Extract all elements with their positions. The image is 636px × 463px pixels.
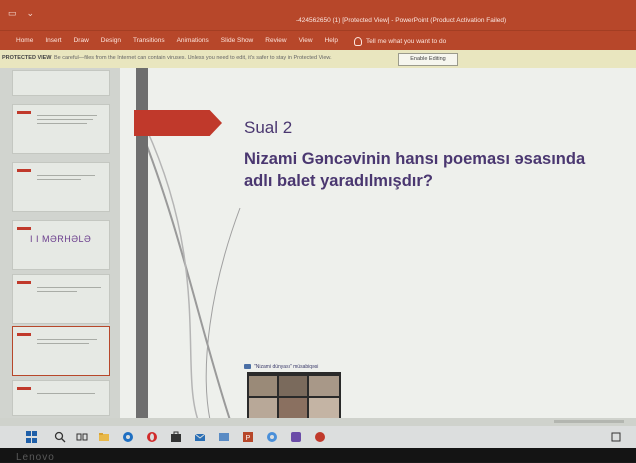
- thumb-accent: [17, 227, 31, 230]
- chrome-icon[interactable]: [266, 431, 278, 443]
- slide-thumbnail[interactable]: [12, 380, 110, 416]
- tab-transitions[interactable]: Transitions: [133, 37, 165, 44]
- thumb-accent: [17, 333, 31, 336]
- laptop-bezel: [0, 448, 636, 462]
- screen: ▭ ⌄ -424562650 (1) [Protected View] - Po…: [0, 0, 636, 448]
- lightbulb-icon: [354, 37, 362, 46]
- quick-access-toolbar: ▭ ⌄: [8, 8, 34, 19]
- thumb-accent: [17, 169, 31, 172]
- tab-design[interactable]: Design: [101, 37, 121, 44]
- thumb-accent: [17, 387, 31, 390]
- protected-view-bar: PROTECTED VIEW Be careful—files from the…: [0, 50, 636, 69]
- question-line-2: adlı balet yaradılmışdır?: [244, 172, 433, 190]
- brand-logo: Lenovo: [16, 452, 55, 463]
- protected-view-message: Be careful—files from the Internet can c…: [54, 55, 332, 61]
- tab-view[interactable]: View: [299, 37, 313, 44]
- thumb-accent: [17, 281, 31, 284]
- save-icon[interactable]: ▭: [8, 8, 17, 19]
- thumb-accent: [17, 111, 31, 114]
- slide-thumbnail[interactable]: [12, 162, 110, 212]
- enable-editing-button[interactable]: Enable Editing: [398, 53, 458, 66]
- slide-thumbnail[interactable]: [12, 274, 110, 324]
- tab-insert[interactable]: Insert: [45, 37, 61, 44]
- video-frame[interactable]: [247, 372, 341, 420]
- video-camera-icon: [244, 364, 251, 369]
- tell-me-box[interactable]: Tell me what you want to do: [354, 37, 446, 46]
- tab-review[interactable]: Review: [265, 37, 286, 44]
- video-caption: "Nizami dünyası" müsabiqəsi: [244, 362, 318, 371]
- tell-me-text: Tell me what you want to do: [366, 38, 447, 45]
- file-explorer-icon[interactable]: [98, 431, 110, 443]
- zoom-slider[interactable]: [554, 420, 624, 423]
- tab-home[interactable]: Home: [16, 37, 33, 44]
- edge-icon[interactable]: [122, 431, 134, 443]
- ribbon-tabs: Home Insert Draw Design Transitions Anim…: [16, 37, 338, 44]
- windows-start-icon[interactable]: [26, 431, 38, 443]
- current-slide[interactable]: Sual 2 Nizami Gəncəvinin hansı poeması ə…: [120, 68, 636, 420]
- tab-help[interactable]: Help: [325, 37, 338, 44]
- customize-qat-icon[interactable]: ⌄: [27, 8, 35, 19]
- slide-thumbnail[interactable]: [12, 70, 110, 96]
- slide-thumbnail-selected[interactable]: [12, 326, 110, 376]
- taskbar: P: [0, 426, 636, 448]
- mail-icon[interactable]: [194, 431, 206, 443]
- opera-icon[interactable]: [146, 431, 158, 443]
- svg-text:P: P: [246, 435, 251, 442]
- powerpoint-icon[interactable]: P: [242, 431, 254, 443]
- tab-animations[interactable]: Animations: [177, 37, 209, 44]
- tab-draw[interactable]: Draw: [74, 37, 89, 44]
- slide-thumbnail[interactable]: [12, 104, 110, 154]
- slide-question: Nizami Gəncəvinin hansı poeması əsasında…: [244, 148, 636, 192]
- search-icon[interactable]: [54, 431, 66, 443]
- task-view-icon[interactable]: [76, 431, 88, 443]
- ribbon: Home Insert Draw Design Transitions Anim…: [0, 30, 636, 51]
- question-line-1: Nizami Gəncəvinin hansı poeması əsasında: [244, 150, 586, 168]
- notification-icon[interactable]: [610, 431, 622, 443]
- title-bar: ▭ ⌄ -424562650 (1) [Protected View] - Po…: [0, 0, 636, 30]
- red-arrow-tag: [134, 110, 222, 136]
- tab-slide-show[interactable]: Slide Show: [221, 37, 254, 44]
- section-label: I I MƏRHƏLƏ: [30, 234, 92, 244]
- store-icon[interactable]: [170, 431, 182, 443]
- app-icon[interactable]: [290, 431, 302, 443]
- protected-view-label: PROTECTED VIEW: [2, 55, 52, 61]
- slide-heading: Sual 2: [244, 118, 293, 137]
- window-title: -424562650 (1) [Protected View] - PowerP…: [296, 17, 507, 24]
- photos-icon[interactable]: [218, 431, 230, 443]
- app-icon[interactable]: [314, 431, 326, 443]
- video-thumbnail[interactable]: "Nizami dünyası" müsabiqəsi: [244, 362, 342, 422]
- status-bar: [0, 418, 636, 426]
- slide-thumbnail[interactable]: [12, 220, 110, 270]
